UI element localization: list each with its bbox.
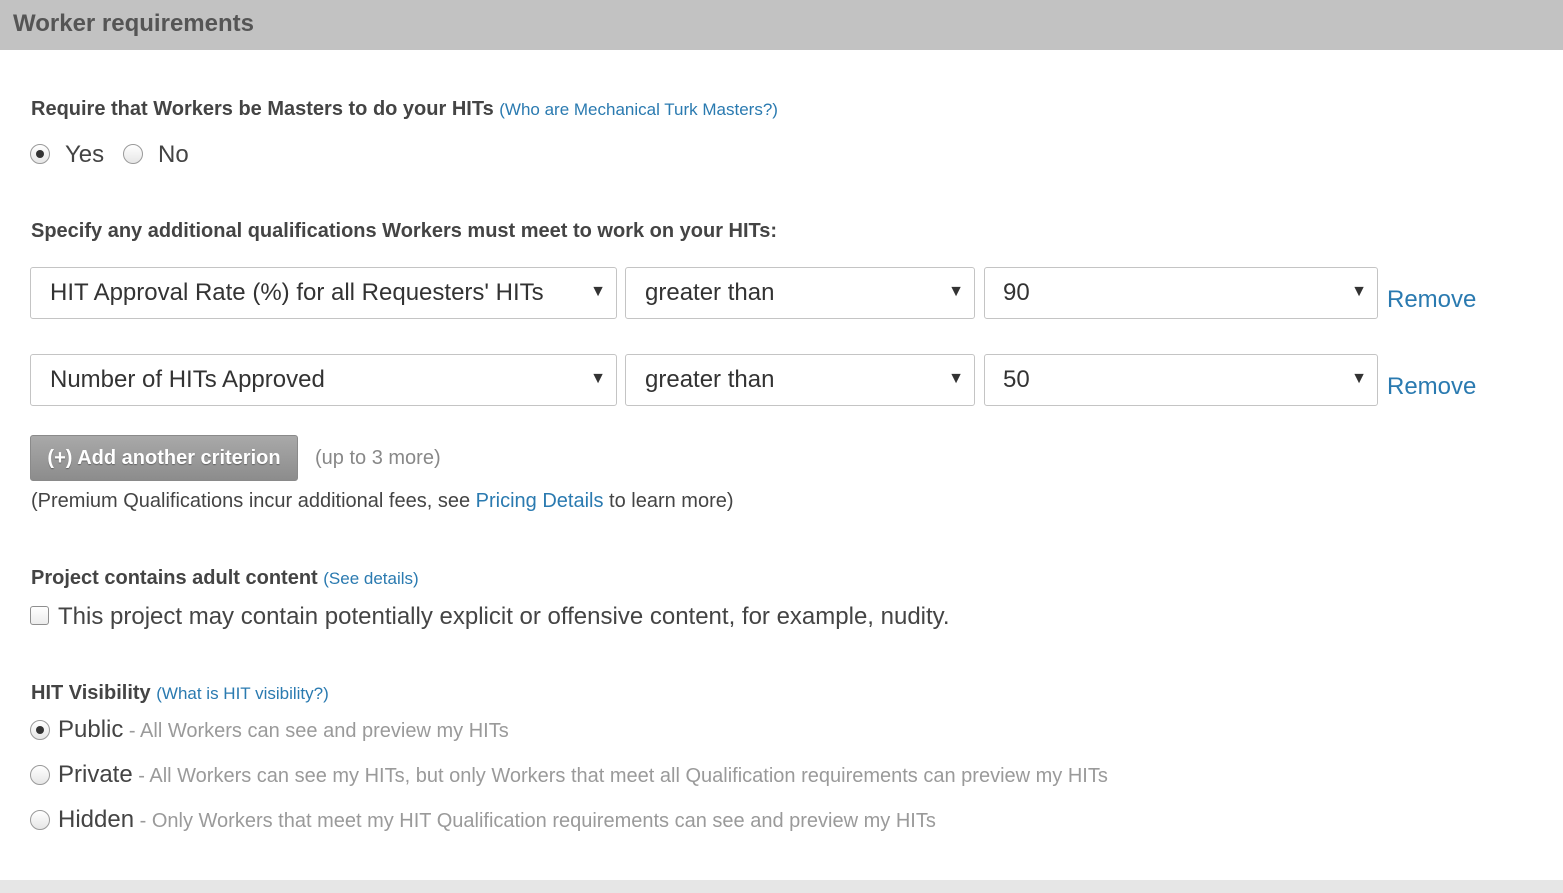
- chevron-down-icon: ▼: [948, 370, 964, 387]
- visibility-private-radio[interactable]: [30, 765, 50, 785]
- chevron-down-icon: ▼: [1351, 283, 1367, 300]
- visibility-public-desc: - All Workers can see and preview my HIT…: [123, 720, 509, 742]
- adult-content-checkbox-label[interactable]: This project may contain potentially exp…: [58, 603, 950, 631]
- masters-no-radio[interactable]: [123, 144, 143, 164]
- masters-label-text: Require that Workers be Masters to do yo…: [31, 98, 494, 120]
- visibility-hidden-label: Hidden: [58, 806, 135, 833]
- comparator-select-2-value: greater than: [645, 366, 775, 393]
- add-criterion-note: (up to 3 more): [315, 447, 441, 469]
- qualification-select-1[interactable]: HIT Approval Rate (%) for all Requesters…: [30, 267, 617, 319]
- visibility-public-label: Public: [58, 716, 124, 743]
- visibility-private-option[interactable]: Private - All Workers can see my HITs, b…: [58, 761, 1108, 792]
- premium-note-prefix: (Premium Qualifications incur additional…: [31, 490, 476, 512]
- chevron-down-icon: ▼: [948, 283, 964, 300]
- remove-criterion-1-link[interactable]: Remove: [1387, 286, 1476, 314]
- adult-content-help-link[interactable]: (See details): [323, 569, 418, 588]
- value-select-1[interactable]: 90 ▼: [984, 267, 1378, 319]
- qualification-select-1-value: HIT Approval Rate (%) for all Requesters…: [50, 279, 544, 306]
- section-title: Worker requirements: [13, 10, 254, 37]
- masters-yes-label[interactable]: Yes: [65, 141, 104, 169]
- masters-yes-radio[interactable]: [30, 144, 50, 164]
- premium-note-suffix: to learn more): [603, 490, 734, 512]
- visibility-public-option[interactable]: Public - All Workers can see and preview…: [58, 716, 509, 747]
- adult-content-checkbox[interactable]: [30, 606, 49, 625]
- visibility-hidden-desc: - Only Workers that meet my HIT Qualific…: [134, 810, 936, 832]
- chevron-down-icon: ▼: [1351, 370, 1367, 387]
- masters-label: Require that Workers be Masters to do yo…: [31, 97, 778, 122]
- comparator-select-2[interactable]: greater than ▼: [625, 354, 975, 406]
- remove-criterion-2-link[interactable]: Remove: [1387, 373, 1476, 401]
- premium-note: (Premium Qualifications incur additional…: [31, 489, 734, 513]
- visibility-public-radio[interactable]: [30, 720, 50, 740]
- visibility-hidden-radio[interactable]: [30, 810, 50, 830]
- qualifications-label: Specify any additional qualifications Wo…: [31, 220, 778, 242]
- add-criterion-button[interactable]: (+) Add another criterion: [30, 435, 298, 481]
- section-footer-bar: [0, 880, 1563, 893]
- value-select-2-value: 50: [1003, 366, 1030, 393]
- comparator-select-1-value: greater than: [645, 279, 775, 306]
- visibility-private-desc: - All Workers can see my HITs, but only …: [132, 765, 1108, 787]
- visibility-label-text: HIT Visibility: [31, 682, 151, 704]
- adult-content-label-text: Project contains adult content: [31, 567, 318, 589]
- section-header: Worker requirements: [0, 0, 1563, 50]
- chevron-down-icon: ▼: [590, 283, 606, 300]
- masters-help-link[interactable]: (Who are Mechanical Turk Masters?): [499, 100, 778, 119]
- value-select-1-value: 90: [1003, 279, 1030, 306]
- qualification-select-2[interactable]: Number of HITs Approved ▼: [30, 354, 617, 406]
- visibility-private-label: Private: [58, 761, 133, 788]
- chevron-down-icon: ▼: [590, 370, 606, 387]
- value-select-2[interactable]: 50 ▼: [984, 354, 1378, 406]
- pricing-details-link[interactable]: Pricing Details: [476, 490, 604, 512]
- qualification-select-2-value: Number of HITs Approved: [50, 366, 325, 393]
- visibility-help-link[interactable]: (What is HIT visibility?): [156, 684, 329, 703]
- visibility-hidden-option[interactable]: Hidden - Only Workers that meet my HIT Q…: [58, 806, 936, 837]
- adult-content-label: Project contains adult content (See deta…: [31, 566, 419, 591]
- visibility-label: HIT Visibility (What is HIT visibility?): [31, 681, 329, 706]
- comparator-select-1[interactable]: greater than ▼: [625, 267, 975, 319]
- masters-no-label[interactable]: No: [158, 141, 189, 169]
